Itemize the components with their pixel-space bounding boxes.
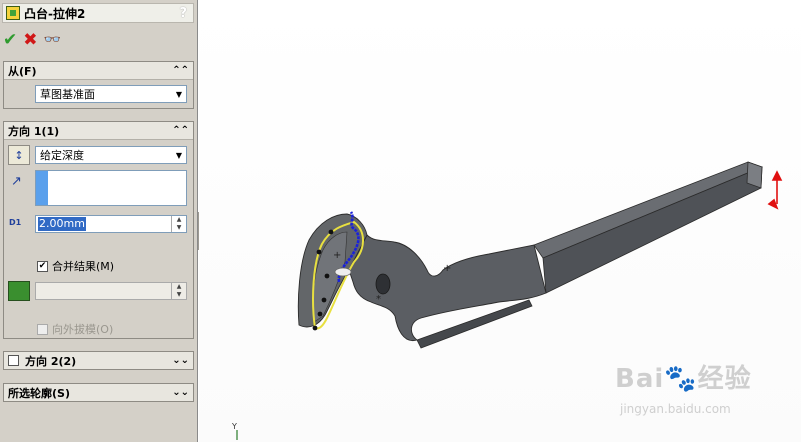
direction-vector-icon: ↗ — [11, 174, 22, 189]
action-buttons: ✔ ✖ 👓 — [3, 30, 61, 50]
expand-icon[interactable]: ⌄⌄ — [172, 387, 189, 398]
spin-down-icon[interactable]: ▼ — [172, 224, 186, 232]
selected-contours-group[interactable]: 所选轮廓(S) ⌄⌄ — [3, 383, 194, 402]
depth-value: 2.00mm — [38, 217, 86, 231]
feature-title: 凸台-拉伸2 — [24, 6, 86, 21]
from-group: 从(F) ⌃⌃ 草图基准面 ▼ — [3, 61, 194, 109]
help-icon[interactable]: ? — [179, 6, 187, 21]
spin-up-icon[interactable]: ▲ — [172, 216, 186, 224]
depth-input[interactable]: 2.00mm ▲ ▼ — [35, 215, 187, 233]
property-manager-panel: 凸台-拉伸2 ? ✔ ✖ 👓 从(F) ⌃⌃ 草图基准面 ▼ 方向 1(1) ⌃… — [0, 0, 198, 442]
ok-button[interactable]: ✔ — [3, 30, 17, 50]
draft-angle-input: ▲ ▼ — [35, 282, 187, 300]
merge-result-label: 合并结果(M) — [52, 260, 115, 273]
graphics-viewport[interactable]: + + * Y Bai🐾经验 jingyan.baidu.com — [199, 0, 801, 442]
draft-outward-checkbox: 向外拔模(O) — [37, 321, 113, 337]
part-hole — [375, 273, 391, 295]
direction1-group-title: 方向 1(1) — [8, 124, 60, 138]
selected-contours-header[interactable]: 所选轮廓(S) ⌄⌄ — [4, 384, 193, 401]
depth-spinner[interactable]: ▲ ▼ — [171, 216, 186, 232]
from-select-value: 草图基准面 — [40, 88, 95, 101]
direction1-group-header[interactable]: 方向 1(1) ⌃⌃ — [4, 122, 193, 140]
dropdown-arrow-icon[interactable]: ▼ — [172, 86, 186, 102]
checkbox-box — [37, 323, 48, 335]
expand-icon[interactable]: ⌄⌄ — [172, 355, 189, 366]
end-condition-select[interactable]: 给定深度 ▼ — [35, 146, 187, 164]
origin-marker: + — [333, 250, 341, 261]
feature-title-bar: 凸台-拉伸2 ? — [2, 3, 194, 23]
asterisk-marker: * — [376, 294, 381, 305]
direction2-checkbox[interactable] — [8, 355, 19, 366]
direction-reference-list[interactable] — [35, 170, 187, 206]
from-group-title: 从(F) — [8, 64, 37, 78]
reverse-direction-icon[interactable]: ↕ — [8, 145, 30, 165]
boss-extrude-icon — [6, 6, 20, 20]
cancel-button[interactable]: ✖ — [23, 30, 37, 50]
baidu-watermark-url: jingyan.baidu.com — [620, 402, 731, 416]
direction2-group[interactable]: 方向 2(2) ⌄⌄ — [3, 351, 194, 370]
selected-contours-title: 所选轮廓(S) — [8, 386, 70, 400]
direction2-group-title: 方向 2(2) — [25, 354, 77, 368]
baidu-watermark-logo: Bai🐾经验 — [615, 364, 752, 394]
merge-result-checkbox[interactable]: ✔ 合并结果(M) — [37, 258, 114, 274]
detailed-preview-button[interactable]: 👓 — [44, 32, 61, 48]
direction1-group: 方向 1(1) ⌃⌃ ↕ 给定深度 ▼ ↗ D1 2.00mm ▲ ▼ ✔ 合并… — [3, 121, 194, 339]
collapse-icon[interactable]: ⌃⌃ — [172, 65, 189, 76]
depth-icon: D1 — [9, 218, 22, 227]
dropdown-arrow-icon[interactable]: ▼ — [172, 147, 186, 163]
y-axis-label: Y — [232, 422, 237, 431]
direction2-group-header[interactable]: 方向 2(2) ⌄⌄ — [4, 352, 193, 369]
direction-arrow — [767, 170, 783, 210]
checkbox-mark[interactable]: ✔ — [37, 260, 48, 272]
draft-spinner: ▲ ▼ — [171, 283, 186, 299]
spin-up-icon: ▲ — [176, 283, 182, 290]
end-condition-value: 给定深度 — [40, 149, 84, 162]
from-group-header[interactable]: 从(F) ⌃⌃ — [4, 62, 193, 80]
feature-scope-icon[interactable] — [8, 281, 30, 301]
part-arm-end-face — [746, 161, 763, 189]
collapse-icon[interactable]: ⌃⌃ — [172, 125, 189, 136]
center-marker: + — [443, 263, 451, 274]
draft-outward-label: 向外拔模(O) — [52, 323, 114, 336]
spin-down-icon: ▼ — [176, 291, 182, 298]
sketch-handle — [334, 267, 352, 277]
list-selection-highlight — [36, 171, 48, 205]
from-select[interactable]: 草图基准面 ▼ — [35, 85, 187, 103]
